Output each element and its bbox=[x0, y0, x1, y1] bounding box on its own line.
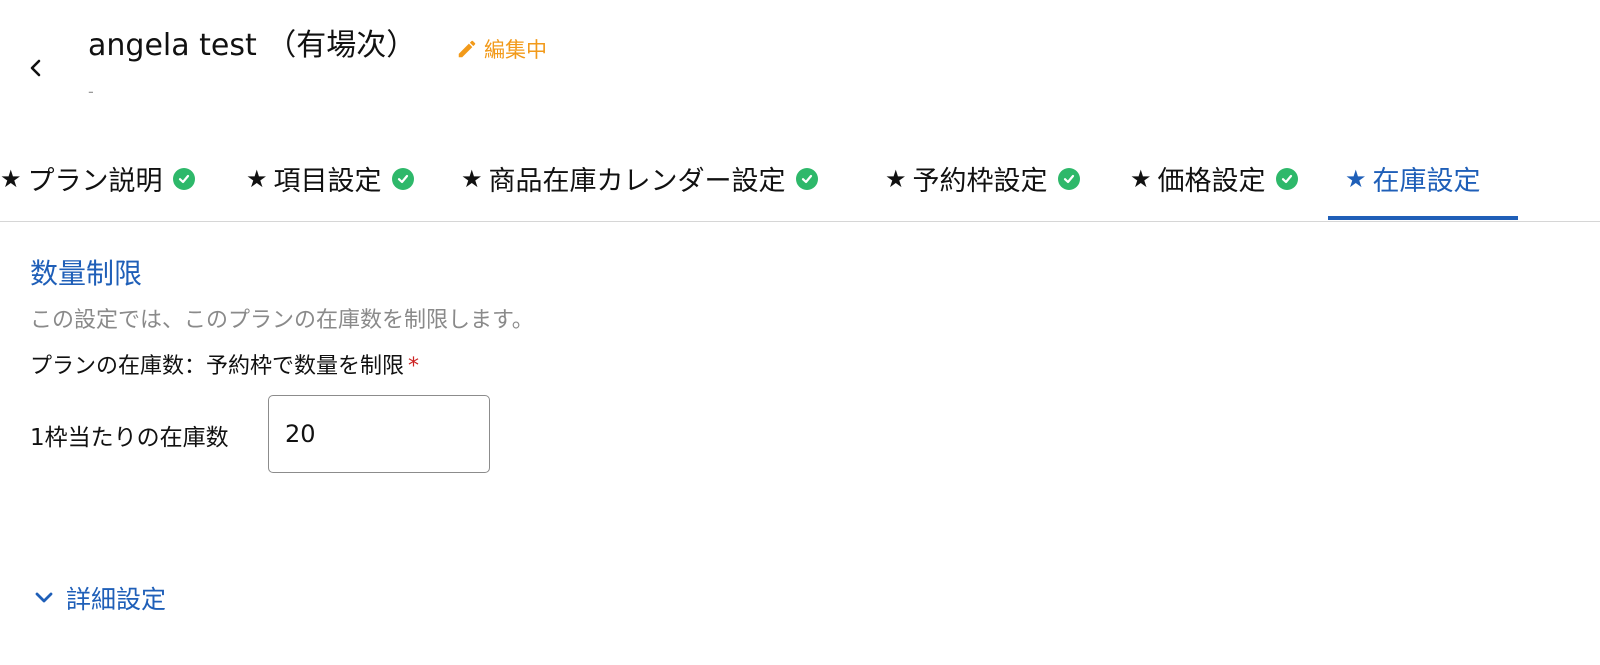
check-circle-icon bbox=[1057, 167, 1080, 190]
tab-label: 予約枠設定 bbox=[912, 166, 1048, 197]
required-mark: * bbox=[408, 354, 420, 379]
tab-booking-slots[interactable]: ★ 予約枠設定 bbox=[885, 140, 1080, 221]
check-circle-icon bbox=[795, 167, 818, 190]
page-subtitle: - bbox=[88, 82, 94, 101]
check-circle-icon bbox=[391, 167, 414, 190]
active-tab-indicator bbox=[1328, 216, 1518, 220]
advanced-settings-toggle[interactable]: 詳細設定 bbox=[34, 580, 166, 616]
stock-mode-text: プランの在庫数：予約枠で数量を制限 bbox=[30, 354, 405, 379]
tab-label: 在庫設定 bbox=[1372, 166, 1481, 197]
tab-item-settings[interactable]: ★ 項目設定 bbox=[246, 140, 414, 221]
star-icon: ★ bbox=[0, 164, 22, 193]
tab-plan-description[interactable]: ★ プラン説明 bbox=[0, 140, 195, 221]
tab-price-settings[interactable]: ★ 価格設定 bbox=[1130, 140, 1298, 221]
star-icon: ★ bbox=[885, 164, 907, 193]
tab-stock-settings[interactable]: ★ 在庫設定 bbox=[1345, 140, 1481, 221]
chevron-down-icon bbox=[35, 592, 53, 603]
star-icon: ★ bbox=[1130, 164, 1152, 193]
section-title: 数量制限 bbox=[30, 257, 143, 290]
chevron-left-icon bbox=[30, 59, 41, 77]
step-tabs: ★ プラン説明 ★ 項目設定 ★ 商品在庫カレンダー設定 ★ 予約枠設定 ★ 価… bbox=[0, 140, 1600, 222]
page-header: angela test （有場次） 編集中 - bbox=[0, 0, 1600, 130]
star-icon: ★ bbox=[461, 164, 483, 193]
page-title: angela test （有場次） bbox=[88, 28, 417, 63]
tab-label: 項目設定 bbox=[273, 166, 382, 197]
section-description: この設定では、このプランの在庫数を制限します。 bbox=[30, 308, 534, 333]
check-circle-icon bbox=[1275, 167, 1298, 190]
edit-status-badge: 編集中 bbox=[456, 34, 547, 64]
check-circle-icon bbox=[172, 167, 195, 190]
tab-label: 価格設定 bbox=[1157, 166, 1266, 197]
tab-label: プラン説明 bbox=[27, 166, 163, 197]
star-icon: ★ bbox=[246, 164, 268, 193]
tab-label: 商品在庫カレンダー設定 bbox=[488, 166, 786, 197]
stock-per-slot-input[interactable] bbox=[268, 395, 490, 473]
stock-per-slot-label: 1枠当たりの在庫数 bbox=[30, 425, 229, 451]
edit-status-label: 編集中 bbox=[484, 38, 547, 62]
pencil-icon bbox=[458, 40, 476, 58]
star-icon: ★ bbox=[1345, 164, 1367, 193]
back-button[interactable] bbox=[22, 54, 50, 82]
advanced-settings-label: 詳細設定 bbox=[66, 585, 167, 614]
stock-mode-label: プランの在庫数：予約枠で数量を制限 * bbox=[30, 348, 419, 380]
tab-inventory-calendar[interactable]: ★ 商品在庫カレンダー設定 bbox=[461, 140, 818, 221]
